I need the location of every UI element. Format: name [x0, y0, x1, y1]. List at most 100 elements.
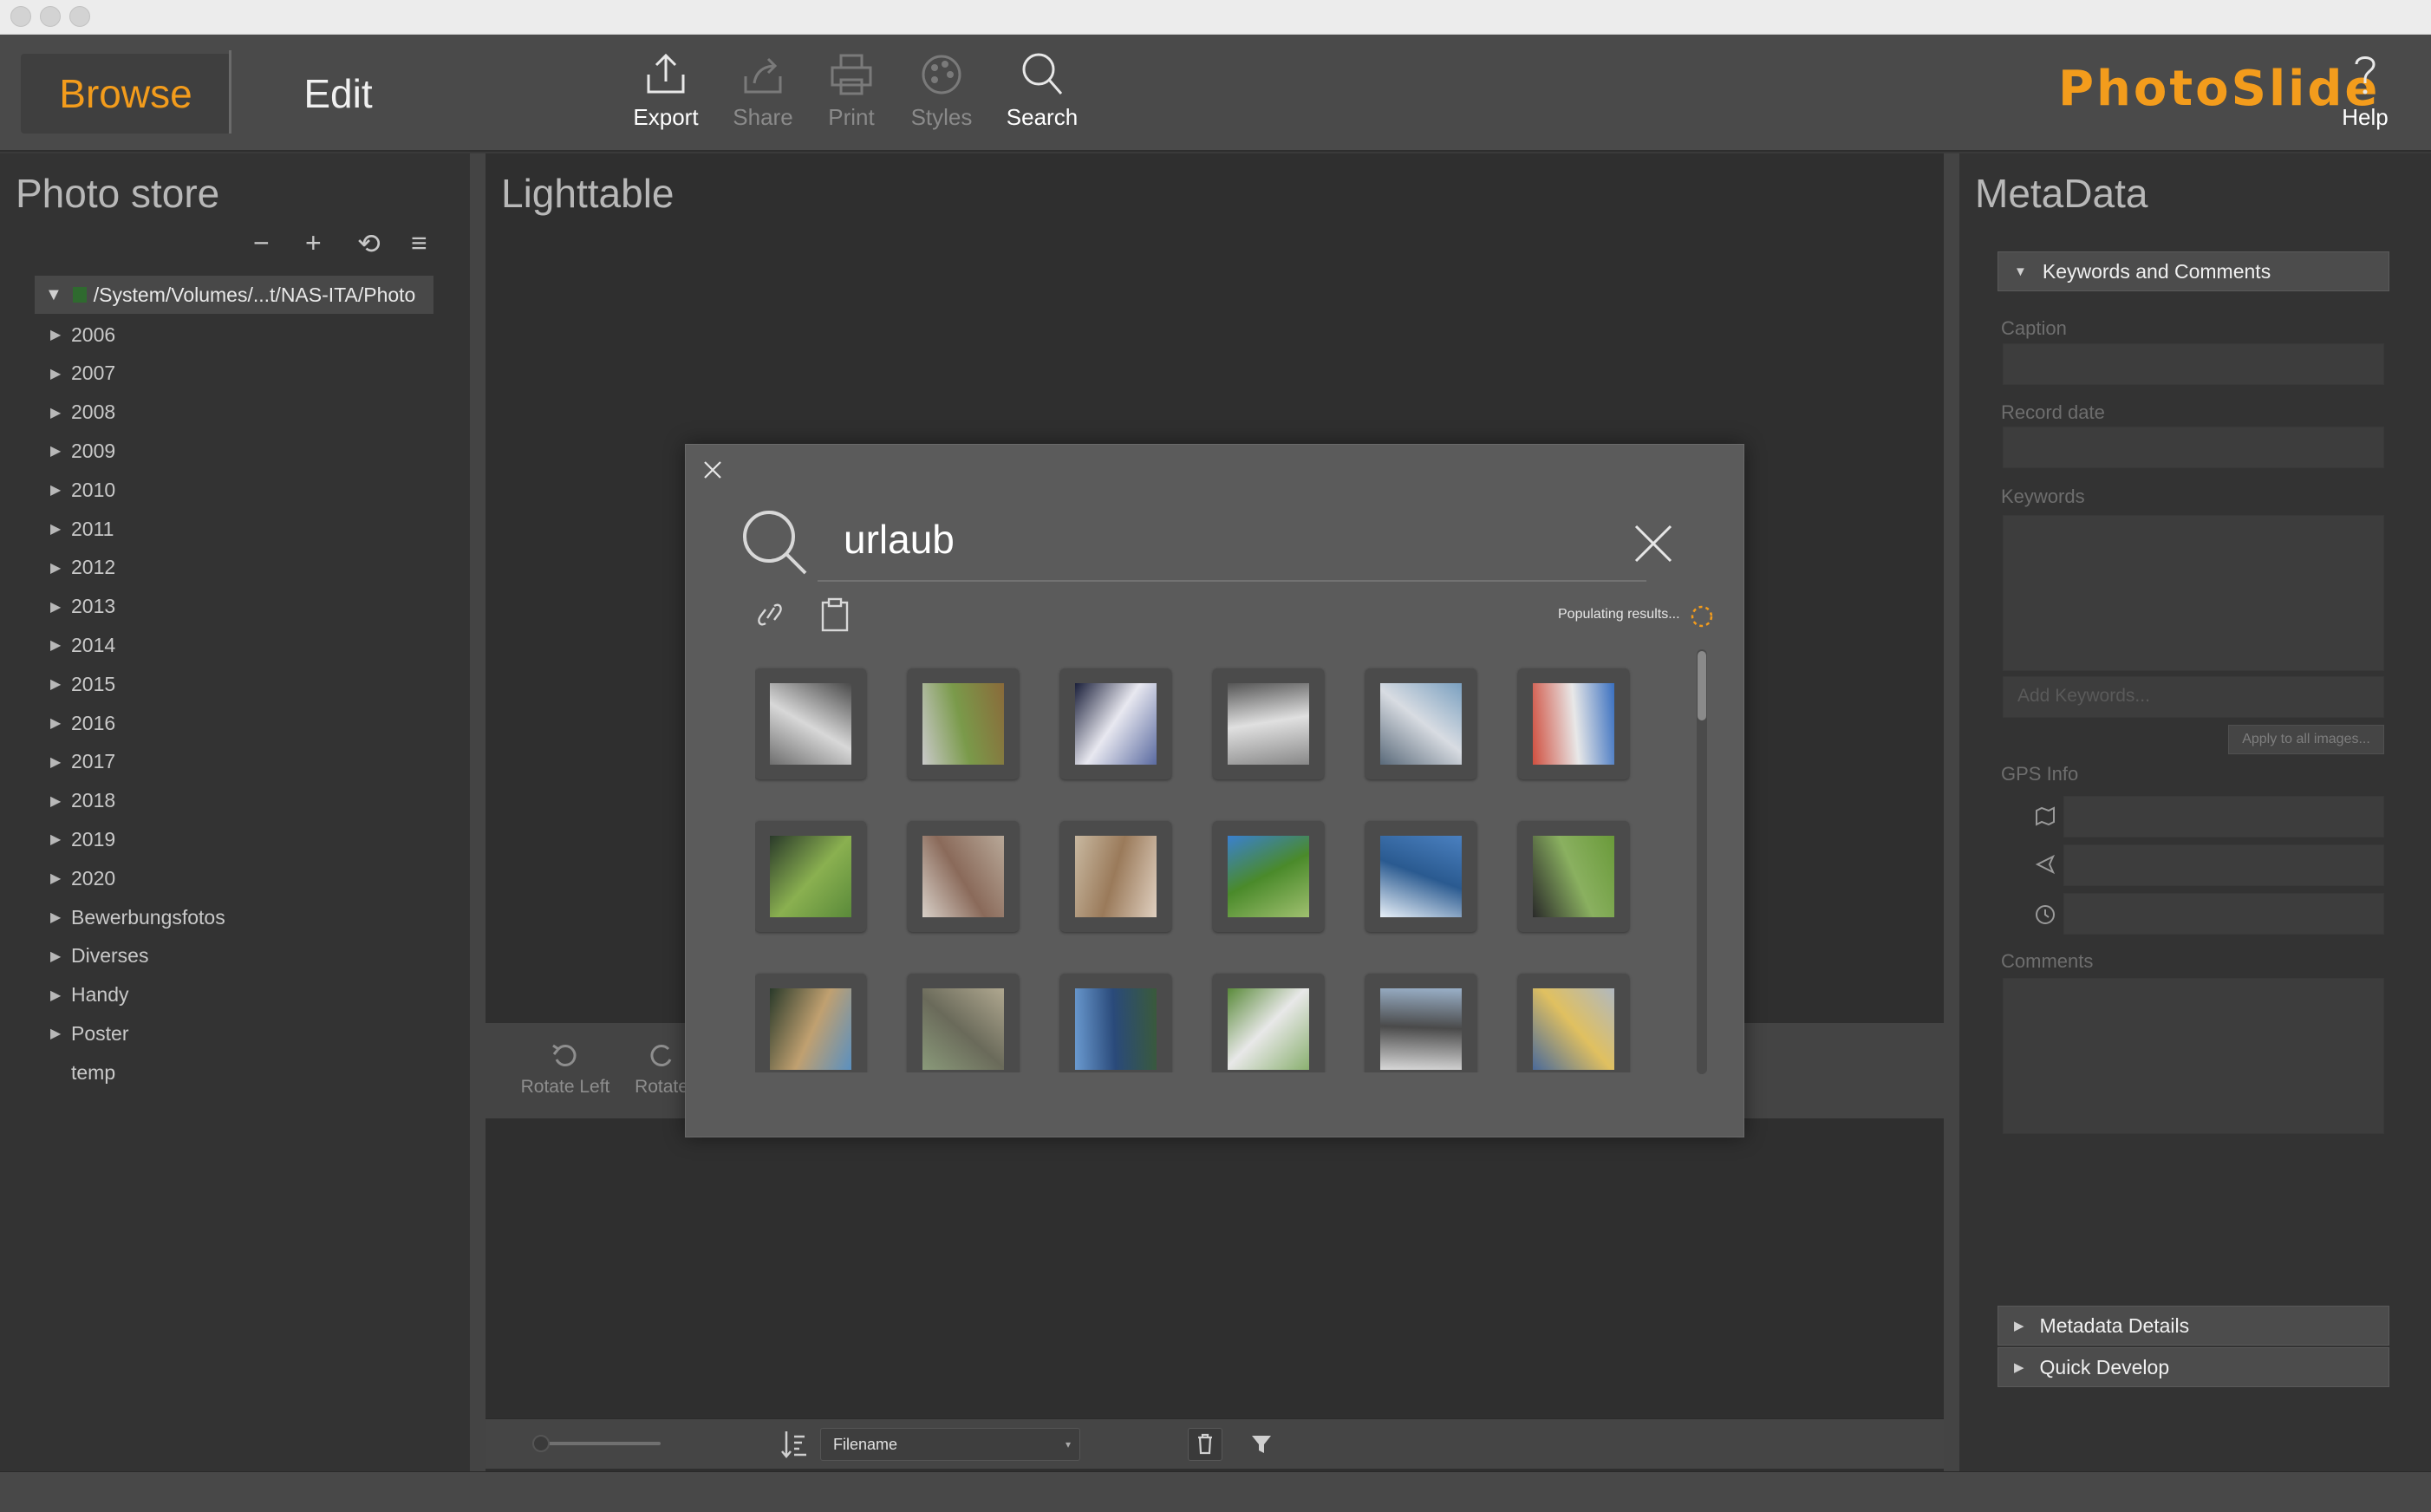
- expand-right-icon[interactable]: ▶: [50, 326, 61, 343]
- close-window-button[interactable]: [10, 6, 31, 27]
- tree-item[interactable]: temp: [50, 1055, 115, 1090]
- expand-right-icon[interactable]: ▶: [50, 870, 61, 887]
- expand-right-icon[interactable]: ▶: [50, 442, 61, 459]
- result-thumbnail[interactable]: [755, 668, 866, 779]
- result-thumbnail[interactable]: [1518, 974, 1629, 1072]
- zoom-window-button[interactable]: [69, 6, 90, 27]
- expand-right-icon[interactable]: ▶: [50, 714, 61, 732]
- rotate-left-button[interactable]: Rotate Left: [510, 1040, 621, 1098]
- refresh-button[interactable]: ⟲: [357, 227, 381, 260]
- search-query-input[interactable]: urlaub: [844, 516, 955, 563]
- result-thumbnail[interactable]: [908, 821, 1019, 932]
- rotate-right-button[interactable]: Rotate: [631, 1040, 692, 1098]
- tree-item[interactable]: ▶ 2019: [50, 822, 115, 857]
- expand-right-icon[interactable]: ▶: [50, 598, 61, 616]
- result-thumbnail[interactable]: [755, 821, 866, 932]
- search-button[interactable]: Search: [981, 50, 1103, 146]
- tree-item[interactable]: ▶ Poster: [50, 1016, 128, 1051]
- tree-item[interactable]: ▶ Bewerbungsfotos: [50, 900, 225, 935]
- result-thumbnail[interactable]: [1213, 974, 1324, 1072]
- caption-field[interactable]: [2003, 343, 2384, 385]
- tree-root-folder[interactable]: ▼ /System/Volumes/...t/NAS-ITA/Photo: [35, 276, 433, 314]
- zoom-slider-track[interactable]: [539, 1442, 661, 1445]
- expand-right-icon[interactable]: ▶: [50, 792, 61, 810]
- result-thumbnail[interactable]: [1213, 668, 1324, 779]
- close-icon[interactable]: [701, 459, 724, 481]
- browse-mode-button[interactable]: Browse: [21, 54, 231, 134]
- tree-item-label: 2012: [71, 556, 116, 579]
- result-thumbnail[interactable]: [1060, 821, 1171, 932]
- results-scroll-thumb[interactable]: [1698, 651, 1706, 720]
- apply-to-all-button[interactable]: Apply to all images...: [2228, 725, 2384, 754]
- collapse-button[interactable]: −: [253, 227, 270, 259]
- add-folder-button[interactable]: +: [305, 227, 322, 259]
- result-thumbnail[interactable]: [1518, 821, 1629, 932]
- tree-item[interactable]: ▶ 2009: [50, 433, 115, 468]
- help-button[interactable]: Help: [2304, 50, 2426, 146]
- tree-item[interactable]: ▶ 2013: [50, 590, 115, 624]
- clipboard-icon[interactable]: [818, 597, 852, 632]
- tree-item[interactable]: ▶ Handy: [50, 978, 128, 1013]
- result-thumbnail[interactable]: [1518, 668, 1629, 779]
- tree-item[interactable]: ▶ 2016: [50, 706, 115, 740]
- expand-right-icon[interactable]: ▶: [50, 909, 61, 926]
- tree-item-label: Diverses: [71, 944, 149, 968]
- edit-mode-button[interactable]: Edit: [260, 54, 416, 134]
- comments-field[interactable]: [2003, 978, 2384, 1134]
- result-thumbnail[interactable]: [1365, 974, 1476, 1072]
- expand-right-icon[interactable]: ▶: [50, 831, 61, 848]
- zoom-slider-knob[interactable]: [532, 1435, 550, 1452]
- record-date-field[interactable]: [2003, 427, 2384, 468]
- result-thumbnail[interactable]: [1060, 668, 1171, 779]
- tree-item[interactable]: ▶ 2017: [50, 745, 115, 779]
- result-thumbnail[interactable]: [1365, 821, 1476, 932]
- metadata-details-section[interactable]: ▶ Metadata Details: [1998, 1306, 2389, 1346]
- expand-right-icon[interactable]: ▶: [50, 675, 61, 693]
- expand-down-icon[interactable]: ▼: [45, 285, 62, 305]
- clear-search-icon[interactable]: [1633, 523, 1674, 564]
- sort-icon[interactable]: [780, 1430, 808, 1459]
- panel-splitter-left[interactable]: [470, 153, 486, 1471]
- filter-icon[interactable]: [1248, 1431, 1274, 1457]
- delete-button[interactable]: [1188, 1428, 1222, 1461]
- expand-right-icon[interactable]: ▶: [50, 987, 61, 1004]
- expand-right-icon[interactable]: ▶: [50, 636, 61, 654]
- gps-time-field[interactable]: [2063, 893, 2384, 935]
- gps-location-field[interactable]: [2063, 796, 2384, 837]
- gps-direction-field[interactable]: [2063, 844, 2384, 886]
- tree-item[interactable]: ▶ 2018: [50, 784, 115, 818]
- expand-right-icon[interactable]: ▶: [50, 559, 61, 577]
- result-thumbnail[interactable]: [1365, 668, 1476, 779]
- expand-right-icon[interactable]: ▶: [50, 520, 61, 538]
- sort-field-select[interactable]: Filename ▾: [820, 1428, 1080, 1461]
- result-thumbnail[interactable]: [1060, 974, 1171, 1072]
- link-icon[interactable]: [755, 597, 785, 632]
- tree-item[interactable]: ▶ 2011: [50, 512, 114, 546]
- tree-item[interactable]: ▶ 2010: [50, 472, 115, 507]
- panel-splitter-right[interactable]: [1944, 153, 1959, 1471]
- result-thumbnail[interactable]: [755, 974, 866, 1072]
- keywords-comments-section[interactable]: ▼ Keywords and Comments: [1998, 251, 2389, 291]
- expand-right-icon[interactable]: ▶: [50, 753, 61, 771]
- result-thumbnail[interactable]: [1213, 821, 1324, 932]
- expand-right-icon[interactable]: ▶: [50, 481, 61, 499]
- result-thumbnail[interactable]: [908, 668, 1019, 779]
- menu-button[interactable]: ≡: [411, 227, 427, 259]
- expand-right-icon[interactable]: ▶: [50, 948, 61, 965]
- keywords-field[interactable]: [2003, 515, 2384, 671]
- tree-item[interactable]: ▶ 2008: [50, 395, 115, 430]
- expand-right-icon[interactable]: ▶: [50, 1025, 61, 1042]
- expand-right-icon[interactable]: ▶: [50, 365, 61, 382]
- tree-item[interactable]: ▶ 2012: [50, 551, 115, 585]
- tree-item[interactable]: ▶ Diverses: [50, 939, 148, 974]
- expand-right-icon[interactable]: ▶: [50, 404, 61, 421]
- quick-develop-section[interactable]: ▶ Quick Develop: [1998, 1347, 2389, 1387]
- tree-item[interactable]: ▶ 2006: [50, 317, 115, 352]
- tree-item[interactable]: ▶ 2020: [50, 861, 115, 896]
- tree-item[interactable]: ▶ 2007: [50, 356, 115, 391]
- add-keywords-input[interactable]: Add Keywords...: [2003, 676, 2384, 718]
- result-thumbnail[interactable]: [908, 974, 1019, 1072]
- tree-item[interactable]: ▶ 2015: [50, 667, 115, 701]
- minimize-window-button[interactable]: [40, 6, 61, 27]
- tree-item[interactable]: ▶ 2014: [50, 628, 115, 662]
